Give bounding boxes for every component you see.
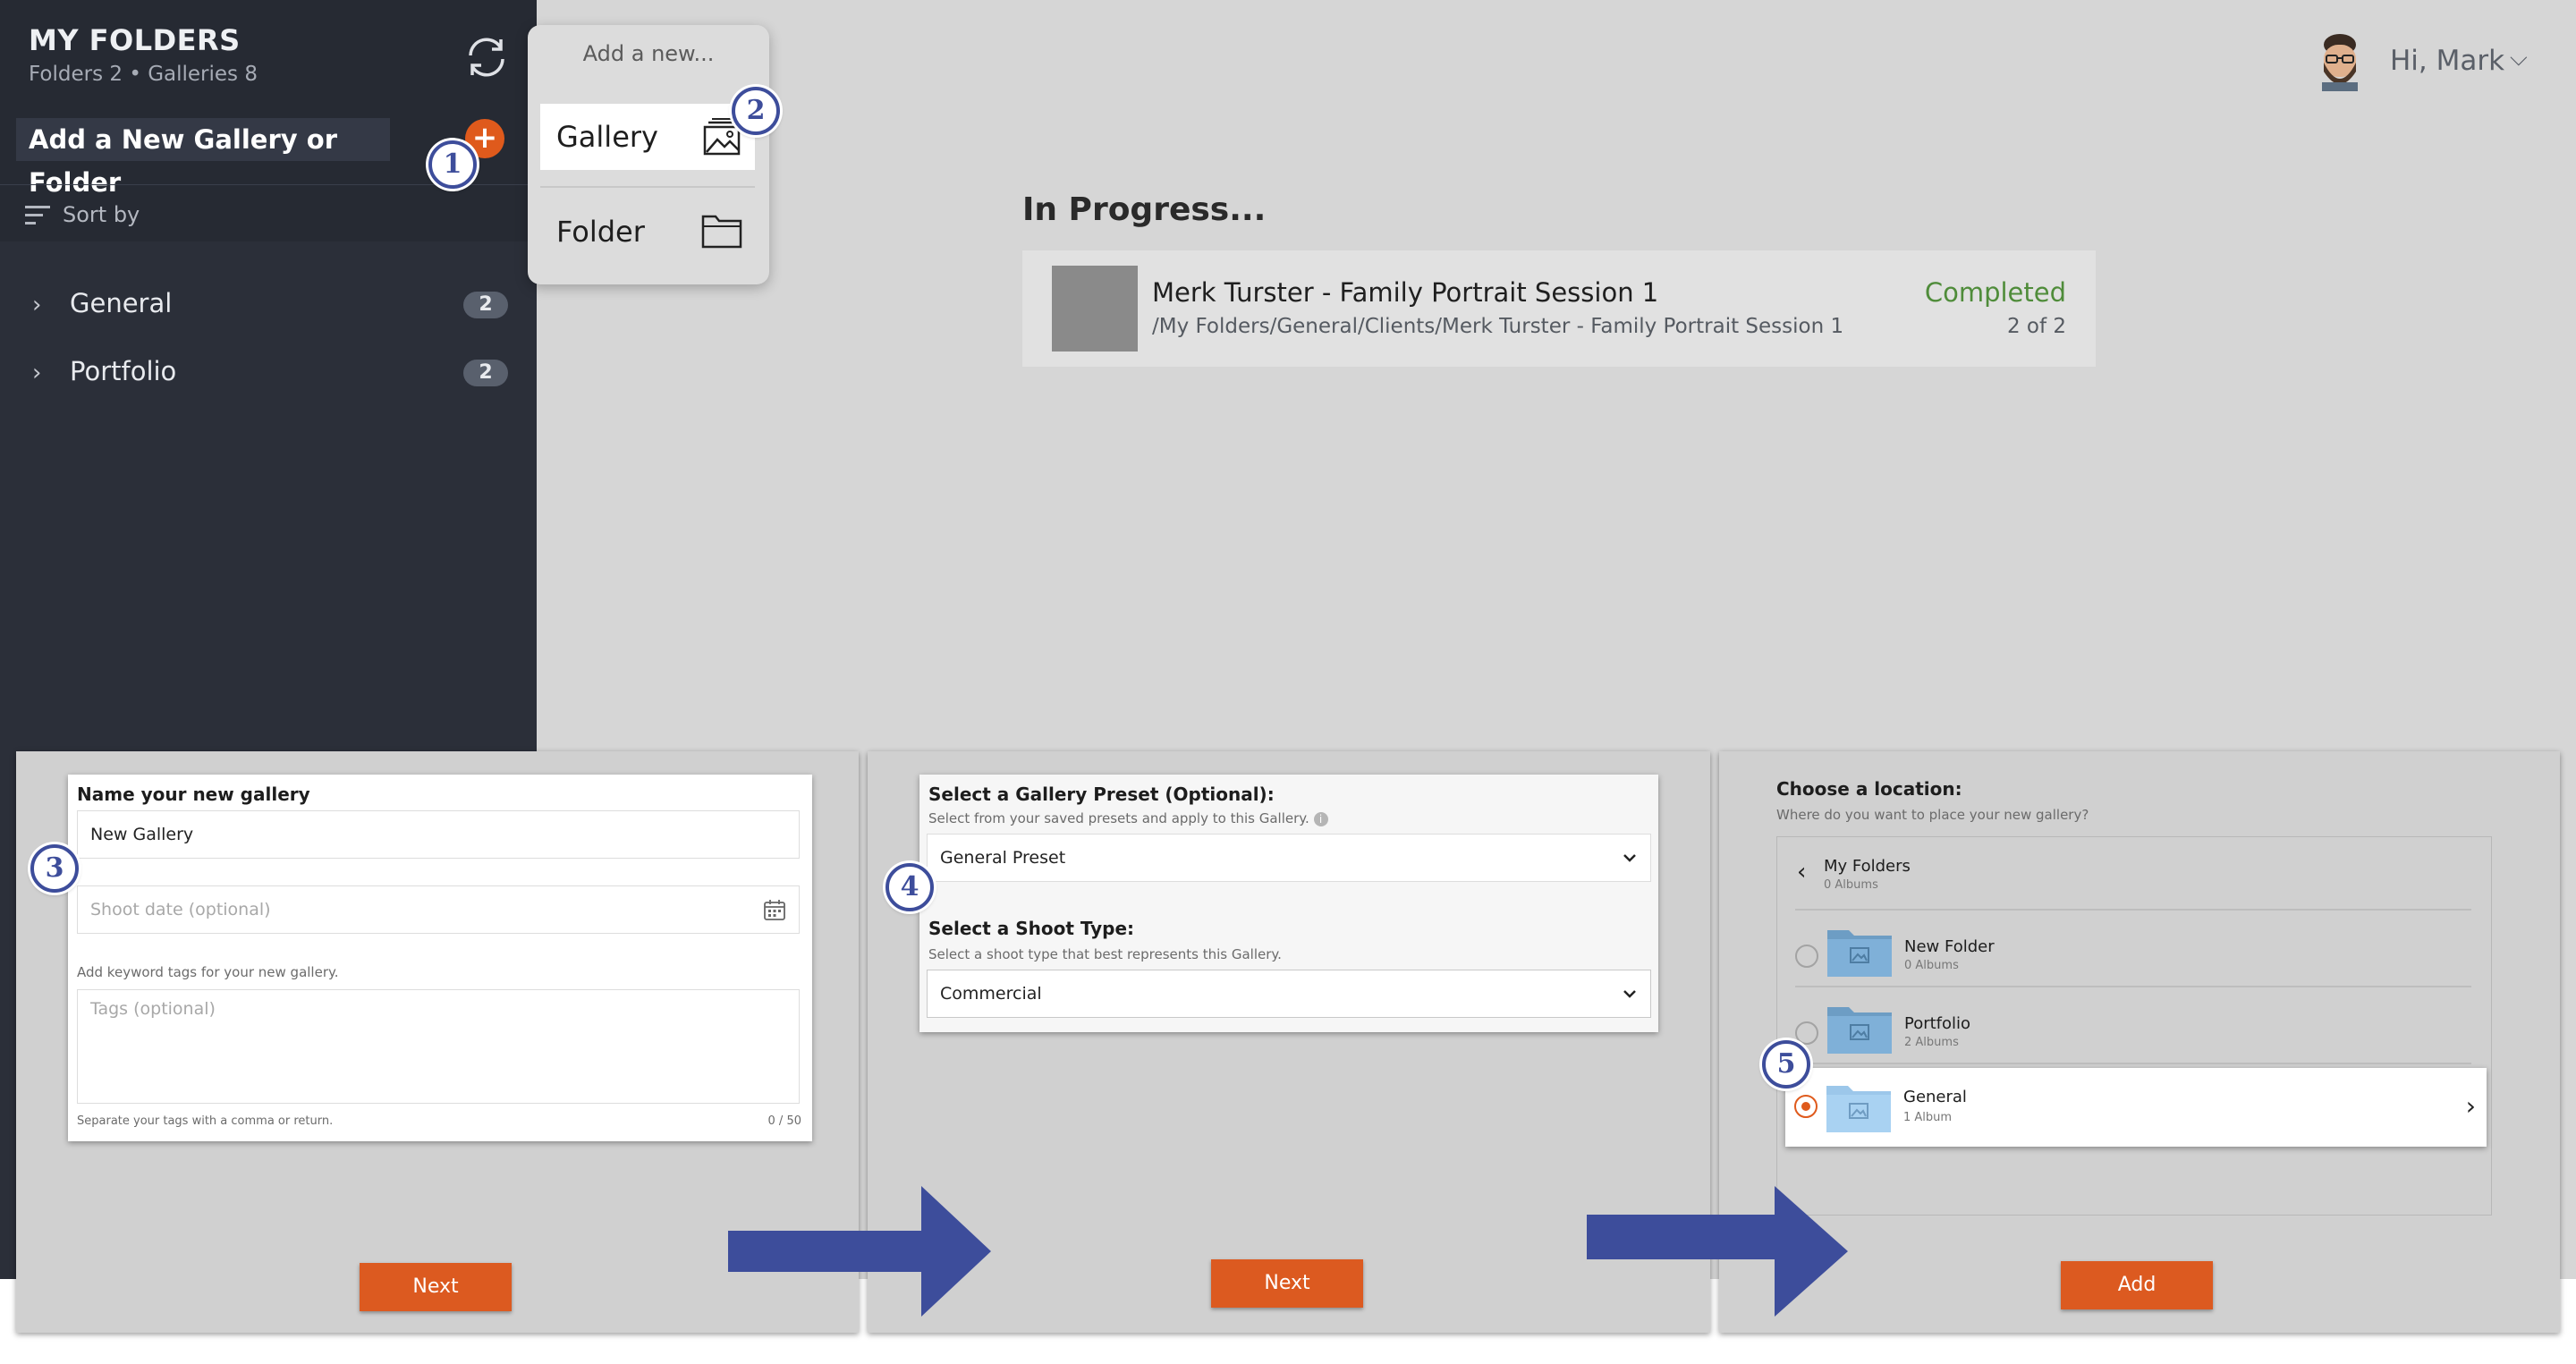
divider xyxy=(1795,986,2471,987)
avatar xyxy=(2322,34,2358,91)
tags-footer: Separate your tags with a comma or retur… xyxy=(77,1114,334,1128)
shoot-type-select[interactable]: Commercial xyxy=(927,970,1651,1018)
sidebar-item-portfolio[interactable]: › Portfolio 2 xyxy=(32,349,515,394)
folder-image-icon xyxy=(1827,1007,1892,1054)
tags-input[interactable]: Tags (optional) xyxy=(77,989,800,1104)
location-heading: Choose a location: xyxy=(1776,778,1962,800)
sidebar-item-label: General xyxy=(70,288,173,318)
preset-select[interactable]: General Preset xyxy=(927,834,1651,882)
chevron-right-icon: › xyxy=(32,292,42,318)
menu-item-label: Gallery xyxy=(556,120,658,154)
location-row-new-folder[interactable]: New Folder 0 Albums xyxy=(1777,918,2491,989)
chevron-right-icon[interactable]: › xyxy=(2466,1091,2476,1121)
sidebar-subtitle: Folders 2 • Galleries 8 xyxy=(29,63,258,86)
step-4-badge: 4 xyxy=(886,863,934,911)
info-icon: i xyxy=(1313,812,1328,826)
chevron-left-icon: ‹ xyxy=(1797,859,1807,885)
location-picker: ‹ My Folders 0 Albums New Folder 0 Album… xyxy=(1776,836,2492,1216)
chevron-right-icon: › xyxy=(32,360,42,386)
shoot-date-input[interactable]: Shoot date (optional) xyxy=(77,885,800,934)
preset-select-value: General Preset xyxy=(940,848,1066,868)
location-meta: 0 Albums xyxy=(1904,959,1959,972)
arrow-right-icon xyxy=(728,1186,991,1317)
gallery-name-input[interactable]: New Gallery xyxy=(77,810,800,859)
menu-divider xyxy=(540,186,755,188)
next-button[interactable]: Next xyxy=(1211,1259,1363,1308)
step-5-badge: 5 xyxy=(1762,1040,1810,1089)
shoot-type-heading: Select a Shoot Type: xyxy=(928,918,1135,939)
location-row-portfolio[interactable]: Portfolio 2 Albums xyxy=(1777,995,2491,1066)
user-greeting: Hi, Mark xyxy=(2390,45,2505,77)
location-row-general[interactable]: General 1 Album › xyxy=(1785,1068,2487,1147)
count-badge: 2 xyxy=(463,360,508,386)
upload-card[interactable]: Merk Turster - Family Portrait Session 1… xyxy=(1022,250,2096,367)
sort-icon xyxy=(25,206,50,225)
divider xyxy=(1795,909,2471,911)
upload-title: Merk Turster - Family Portrait Session 1 xyxy=(1152,277,1659,308)
calendar-icon[interactable] xyxy=(763,898,786,921)
folder-icon xyxy=(701,215,742,249)
chevron-down-icon xyxy=(1623,854,1636,862)
add-button[interactable]: Add xyxy=(2061,1261,2213,1309)
tags-counter: 0 / 50 xyxy=(767,1114,801,1128)
sidebar-header: MY FOLDERS Folders 2 • Galleries 8 Add a… xyxy=(0,0,537,241)
location-root-name: My Folders xyxy=(1824,857,1911,876)
add-new-label[interactable]: Add a New Gallery or Folder xyxy=(16,118,390,198)
location-meta: 1 Album xyxy=(1903,1111,1953,1124)
shoot-type-hint: Select a shoot type that best represents… xyxy=(928,946,1282,962)
location-name: New Folder xyxy=(1904,937,1995,956)
location-radio-selected[interactable] xyxy=(1794,1095,1818,1118)
preset-hint-text: Select from your saved presets and apply… xyxy=(928,810,1309,826)
location-meta: 2 Albums xyxy=(1904,1036,1959,1049)
chevron-down-icon xyxy=(1623,990,1636,998)
location-name: General xyxy=(1903,1088,1967,1106)
sort-by-button[interactable]: Sort by xyxy=(25,199,140,231)
sidebar-title: MY FOLDERS xyxy=(29,23,241,57)
folder-image-icon xyxy=(1827,930,1892,977)
name-form: Name your new gallery New Gallery Shoot … xyxy=(68,775,812,1141)
chevron-down-icon: ⌵ xyxy=(2510,45,2528,72)
gallery-thumbnail xyxy=(1052,266,1138,352)
menu-item-folder[interactable]: Folder xyxy=(540,199,755,265)
arrow-right-icon xyxy=(1587,1186,1848,1317)
step-preset-panel: Select a Gallery Preset (Optional): Sele… xyxy=(868,751,1710,1333)
sidebar-item-general[interactable]: › General 2 xyxy=(32,281,515,326)
sync-icon[interactable] xyxy=(462,34,512,80)
count-badge: 2 xyxy=(463,292,508,318)
upload-count: 2 of 2 xyxy=(2006,315,2066,338)
sidebar-item-label: Portfolio xyxy=(70,356,177,386)
location-hint: Where do you want to place your new gall… xyxy=(1776,807,2089,823)
location-name: Portfolio xyxy=(1904,1014,1971,1033)
step-2-badge: 2 xyxy=(732,87,780,135)
preset-hint: Select from your saved presets and apply… xyxy=(928,810,1328,826)
upload-path: /My Folders/General/Clients/Merk Turster… xyxy=(1152,315,1844,338)
preset-form: Select a Gallery Preset (Optional): Sele… xyxy=(919,775,1658,1032)
sort-by-label: Sort by xyxy=(63,202,140,227)
location-root-meta: 0 Albums xyxy=(1824,878,1878,892)
upload-status: Completed xyxy=(1924,277,2066,308)
step-1-badge: 1 xyxy=(428,140,477,189)
add-new-menu: Add a new... Gallery Folder xyxy=(528,25,769,284)
menu-item-gallery[interactable]: Gallery xyxy=(540,104,755,170)
location-back-row[interactable]: ‹ My Folders 0 Albums xyxy=(1777,837,2491,909)
folder-image-icon xyxy=(1826,1086,1891,1132)
form-heading: Name your new gallery xyxy=(77,784,310,805)
menu-title: Add a new... xyxy=(582,41,715,66)
divider xyxy=(1795,1063,2471,1064)
location-radio[interactable] xyxy=(1795,1021,1818,1045)
preset-heading: Select a Gallery Preset (Optional): xyxy=(928,784,1275,805)
next-button[interactable]: Next xyxy=(360,1263,512,1311)
in-progress-title: In Progress... xyxy=(1022,191,1267,228)
step-3-badge: 3 xyxy=(30,844,79,893)
shoot-type-value: Commercial xyxy=(940,984,1042,1004)
location-radio[interactable] xyxy=(1795,945,1818,968)
menu-item-label: Folder xyxy=(556,215,645,249)
tags-hint: Add keyword tags for your new gallery. xyxy=(77,964,339,980)
shoot-date-placeholder: Shoot date (optional) xyxy=(90,900,271,919)
